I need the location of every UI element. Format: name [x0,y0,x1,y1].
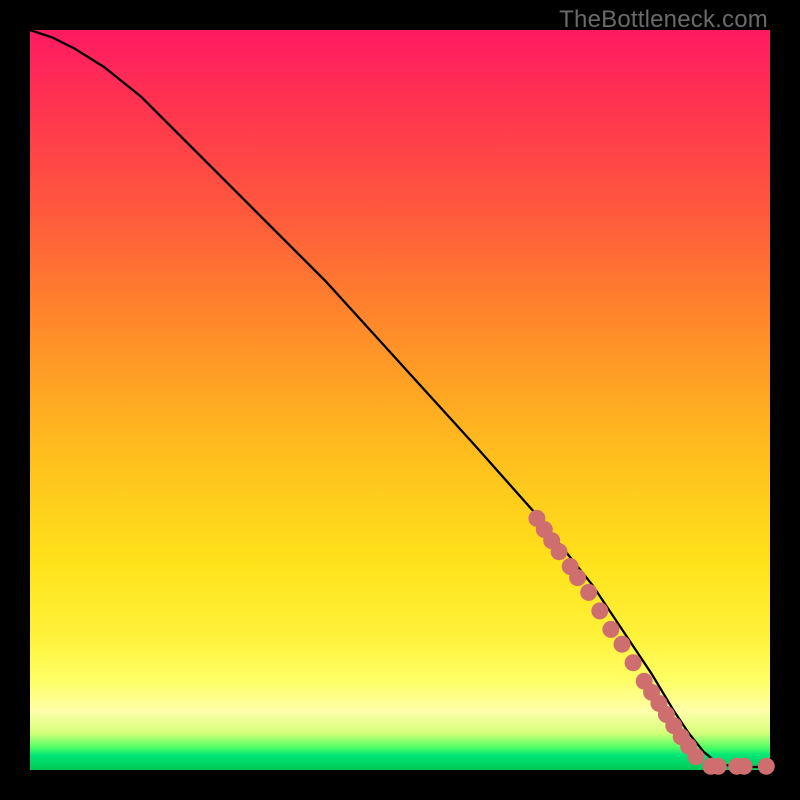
data-point [710,758,727,775]
data-point [591,602,608,619]
data-point [758,758,775,775]
data-point [551,543,568,560]
data-point [688,748,705,765]
data-point [580,584,597,601]
main-curve [30,30,770,767]
data-points [528,510,774,775]
data-point [569,569,586,586]
chart-stage: TheBottleneck.com [0,0,800,800]
data-point [625,654,642,671]
chart-svg [30,30,770,770]
data-point [736,758,753,775]
data-point [614,636,631,653]
plot-area [30,30,770,770]
data-point [602,621,619,638]
